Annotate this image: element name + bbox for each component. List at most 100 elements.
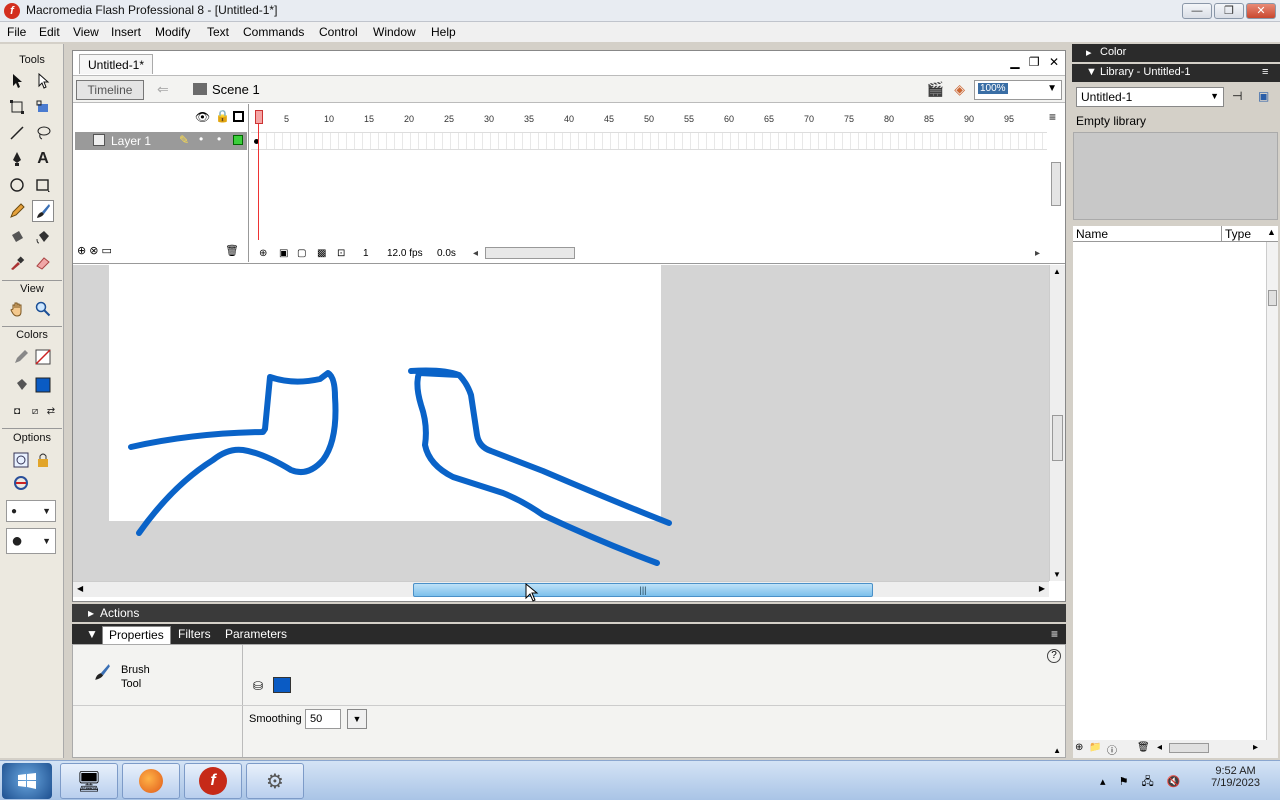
properties-icon[interactable]: ⓘ xyxy=(1107,742,1117,757)
back-arrow-icon[interactable]: ⇐ xyxy=(157,81,169,98)
scroll-right-icon[interactable]: ▶ xyxy=(1039,584,1045,593)
brush-size-dropdown[interactable]: ● ▼ xyxy=(6,500,56,522)
pen-tool-icon[interactable] xyxy=(6,148,28,170)
scroll-left-icon[interactable]: ◀ xyxy=(77,584,83,593)
tab-filters[interactable]: Filters xyxy=(178,627,211,641)
ink-bottle-tool-icon[interactable] xyxy=(6,226,28,248)
playhead[interactable] xyxy=(255,110,263,240)
onion-outline-icon[interactable]: ▢ xyxy=(297,248,306,259)
free-transform-tool-icon[interactable] xyxy=(6,96,28,118)
collapse-arrow-icon[interactable]: ▼ xyxy=(86,627,98,641)
delete-icon[interactable]: 🗑 xyxy=(1137,742,1150,753)
swap-colors-icon[interactable]: ⇄ xyxy=(40,400,62,422)
menu-help[interactable]: Help xyxy=(431,25,456,39)
fill-transform-tool-icon[interactable] xyxy=(32,96,54,118)
visibility-dot-icon[interactable]: • xyxy=(199,132,203,146)
paint-bucket-tool-icon[interactable] xyxy=(32,226,54,248)
tray-expand-icon[interactable]: ▴ xyxy=(1100,776,1106,788)
scroll-left-icon[interactable]: ◂ xyxy=(473,248,478,259)
panel-options-icon[interactable]: ≡ xyxy=(1051,627,1058,641)
object-drawing-icon[interactable] xyxy=(10,449,32,471)
taskbar-settings[interactable]: ⚙ xyxy=(246,763,304,799)
scroll-down-icon[interactable]: ▼ xyxy=(1053,570,1061,579)
expand-panel-icon[interactable]: ▲ xyxy=(1053,746,1061,755)
eraser-tool-icon[interactable] xyxy=(32,252,54,274)
smoothing-input[interactable]: 50 xyxy=(305,709,341,729)
column-name[interactable]: Name xyxy=(1076,227,1108,241)
actions-panel-header[interactable]: ▸ Actions xyxy=(72,604,1066,622)
subselection-tool-icon[interactable] xyxy=(32,70,54,92)
volume-muted-icon[interactable]: 🔇 xyxy=(1167,776,1181,788)
menu-modify[interactable]: Modify xyxy=(155,25,190,39)
hand-tool-icon[interactable] xyxy=(6,298,28,320)
brush-strokes[interactable] xyxy=(73,265,1049,581)
scroll-left-icon[interactable]: ◂ xyxy=(1157,742,1162,753)
edit-symbols-icon[interactable]: ◈ xyxy=(954,81,965,97)
modify-onion-markers-icon[interactable]: ⊡ xyxy=(337,248,345,259)
menu-text[interactable]: Text xyxy=(207,25,229,39)
start-button[interactable] xyxy=(2,763,52,799)
close-button[interactable]: ✕ xyxy=(1246,3,1276,19)
zoom-tool-icon[interactable] xyxy=(32,298,54,320)
pin-library-icon[interactable]: ⊣ xyxy=(1232,89,1242,103)
tab-parameters[interactable]: Parameters xyxy=(225,627,287,641)
edit-scene-icon[interactable]: 🎬 xyxy=(927,81,944,97)
frame-row[interactable] xyxy=(251,132,1047,150)
network-icon[interactable]: 🖧 xyxy=(1142,776,1154,788)
fill-color-swatch[interactable] xyxy=(273,677,291,693)
timeline-hscroll-thumb[interactable] xyxy=(485,247,575,259)
brush-mode-icon[interactable] xyxy=(10,472,32,494)
brush-tool-icon[interactable] xyxy=(32,200,54,222)
taskbar-firefox[interactable] xyxy=(122,763,180,799)
fill-color-swatch[interactable] xyxy=(32,374,54,396)
menu-commands[interactable]: Commands xyxy=(243,25,304,39)
taskbar-finder[interactable]: 🖥 xyxy=(60,763,118,799)
selection-tool-icon[interactable] xyxy=(6,70,28,92)
new-library-panel-icon[interactable]: ▣ xyxy=(1258,89,1269,103)
stage-hscroll-thumb[interactable]: ||| xyxy=(413,583,873,597)
smoothing-dropdown[interactable]: ▼ xyxy=(347,709,367,729)
chevron-down-icon[interactable]: ▼ xyxy=(1047,83,1057,94)
outline-color-icon[interactable] xyxy=(233,135,243,145)
doc-close-icon[interactable]: ✕ xyxy=(1049,55,1059,69)
timeline-vscroll[interactable] xyxy=(1049,132,1063,242)
text-tool-icon[interactable]: A xyxy=(32,148,54,170)
restore-button[interactable]: ❐ xyxy=(1214,3,1244,19)
stage-area[interactable] xyxy=(73,265,1049,581)
stage-vscroll-thumb[interactable] xyxy=(1052,415,1063,461)
menu-window[interactable]: Window xyxy=(373,25,416,39)
menu-insert[interactable]: Insert xyxy=(111,25,141,39)
new-symbol-icon[interactable]: ⊕ xyxy=(1075,742,1083,753)
playhead-handle[interactable] xyxy=(255,110,263,124)
scroll-up-icon[interactable]: ▲ xyxy=(1053,267,1061,276)
tray-clock[interactable]: 9:52 AM 7/19/2023 xyxy=(1211,765,1260,789)
document-tab[interactable]: Untitled-1* xyxy=(79,54,154,74)
new-folder-icon[interactable]: 📁 xyxy=(1089,742,1101,753)
column-type[interactable]: Type xyxy=(1225,227,1251,241)
library-panel-header[interactable]: ▼ Library - Untitled-1 ≡ xyxy=(1072,64,1280,82)
center-frame-icon[interactable]: ⊕ xyxy=(259,248,267,259)
stage-hscroll[interactable]: ◀ ||| ▶ xyxy=(73,581,1049,597)
menu-view[interactable]: View xyxy=(73,25,99,39)
doc-minimize-icon[interactable]: ▁ xyxy=(1010,55,1019,69)
doc-restore-icon[interactable]: ❐ xyxy=(1029,55,1040,69)
help-icon[interactable]: ? xyxy=(1047,649,1061,663)
panel-options-icon[interactable]: ≡ xyxy=(1262,66,1268,78)
eyedropper-tool-icon[interactable] xyxy=(6,252,28,274)
timeline-toggle-button[interactable]: Timeline xyxy=(76,80,144,100)
scene-breadcrumb[interactable]: Scene 1 xyxy=(193,82,260,97)
eye-icon[interactable]: 👁 xyxy=(195,110,210,124)
minimize-button[interactable]: — xyxy=(1182,3,1212,19)
oval-tool-icon[interactable] xyxy=(6,174,28,196)
tab-properties[interactable]: Properties xyxy=(102,626,171,644)
timeline-options-icon[interactable]: ≡ xyxy=(1049,110,1056,124)
lock-icon[interactable]: 🔒 xyxy=(215,109,230,123)
library-vscroll-thumb[interactable] xyxy=(1268,290,1277,306)
library-vscroll[interactable] xyxy=(1266,242,1278,740)
action-center-flag-icon[interactable]: ⚑ xyxy=(1119,776,1129,788)
line-tool-icon[interactable] xyxy=(6,122,28,144)
color-panel-header[interactable]: ▸ Color xyxy=(1072,44,1280,62)
scroll-right-icon[interactable]: ▸ xyxy=(1253,742,1258,753)
timeline-vscroll-thumb[interactable] xyxy=(1051,162,1061,206)
scroll-right-icon[interactable]: ▸ xyxy=(1035,248,1040,259)
